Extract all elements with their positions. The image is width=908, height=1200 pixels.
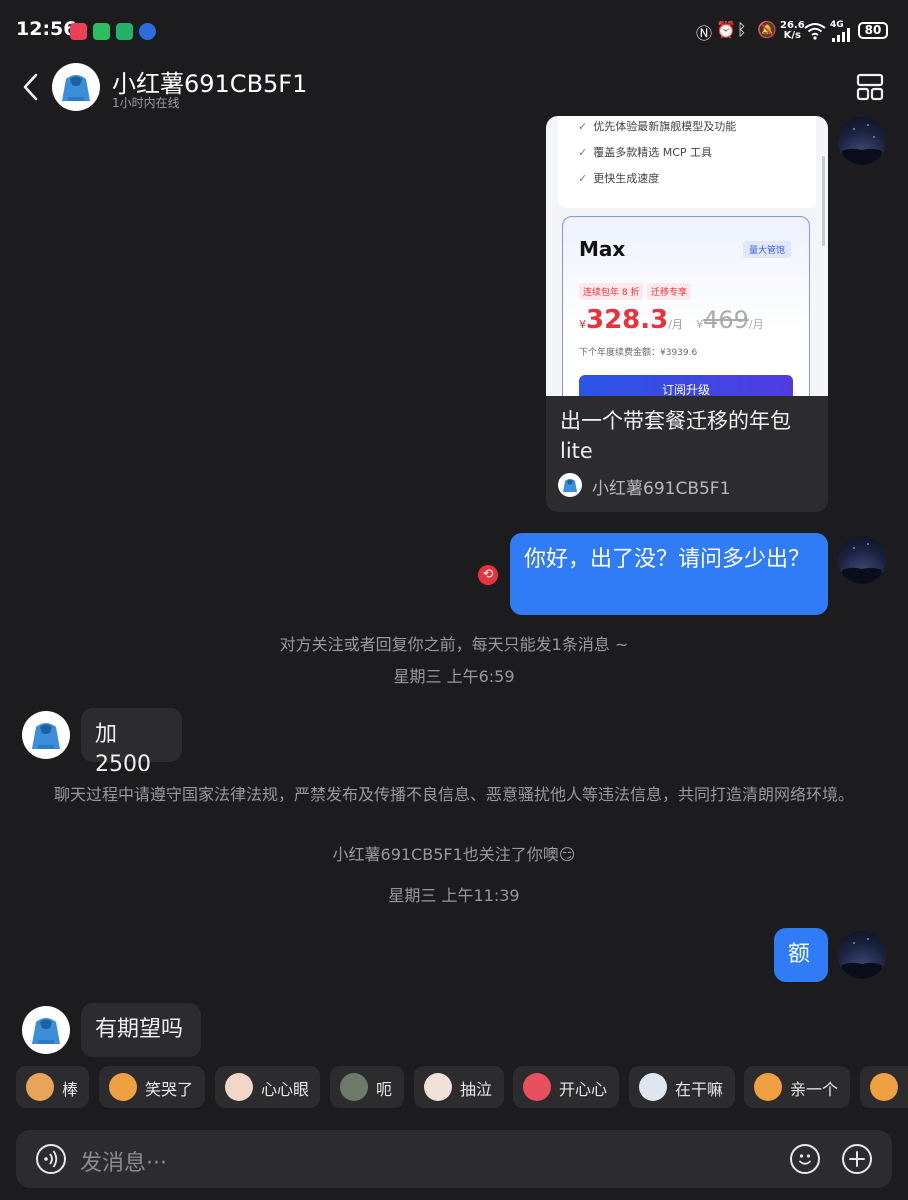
back-button[interactable]	[18, 72, 46, 102]
message-input-bar: 发消息···	[16, 1130, 892, 1188]
price-old: 469	[703, 306, 749, 334]
night-sky-avatar-icon	[842, 938, 882, 979]
feature-item: ✓ 更快生成速度	[578, 172, 660, 185]
card-author: 小红薯691CB5F1	[592, 479, 731, 499]
cat-heart-eyes-icon	[225, 1073, 253, 1101]
plus-button[interactable]	[842, 1144, 872, 1174]
happy-heart-icon	[523, 1073, 551, 1101]
plan-badge: 量大管饱	[743, 241, 792, 258]
peek-icon	[639, 1073, 667, 1101]
network-speed: 26.6 K/s	[780, 20, 805, 41]
contact-avatar[interactable]	[22, 1006, 70, 1054]
plus-icon	[849, 1151, 865, 1167]
card-author-avatar	[558, 473, 582, 497]
hoodie-avatar-icon	[563, 479, 577, 492]
card-screenshot: ✓ 优先体验最新旗舰模型及功能 ✓ 覆盖多款精选 MCP 工具 ✓ 更快生成速度 Ma…	[546, 116, 828, 396]
cat-laugh-cry-icon	[109, 1073, 137, 1101]
message-bubble-them[interactable]: 有期望吗	[81, 1003, 201, 1057]
bluetooth-icon: ᛒ	[737, 20, 747, 39]
message-bubble-them[interactable]: 加2500	[81, 708, 182, 777]
discount-tag: 连续包年 8 折	[579, 283, 644, 300]
my-avatar[interactable]	[838, 536, 886, 584]
hoodie-avatar-icon	[32, 723, 60, 749]
voice-button[interactable]	[36, 1144, 66, 1174]
emoji-chip[interactable]: 笑哭了	[99, 1066, 205, 1108]
alarm-icon: ⏰	[716, 20, 736, 39]
emoji-chip[interactable]: 亲一个	[744, 1066, 850, 1108]
cat-awkward-icon	[340, 1073, 368, 1101]
battery-icon: 80	[858, 22, 888, 39]
resend-failed-icon[interactable]: ⟲	[478, 565, 498, 585]
app-g-icon	[116, 23, 133, 40]
emoji-chip[interactable]: 呃	[330, 1066, 404, 1108]
subscribe-button: 订阅升级	[579, 375, 793, 396]
cat-sob-icon	[424, 1073, 452, 1101]
follow-notice: 小红薯691CB5F1也关注了你噢😏	[332, 845, 576, 864]
cat-kiss-icon	[754, 1073, 782, 1101]
status-bar: 12:56 Ⓝ ⏰ ᛒ 🔕 26.6 K/s 4G 80	[0, 0, 908, 64]
plan-name: Max	[579, 237, 626, 261]
my-avatar[interactable]	[838, 931, 886, 979]
clock: 12:56	[16, 18, 77, 40]
night-sky-avatar-icon	[842, 543, 882, 584]
scrollbar	[822, 156, 825, 246]
my-avatar[interactable]	[838, 117, 886, 165]
message-input[interactable]: 发消息···	[80, 1145, 167, 1177]
shared-note-card[interactable]: ✓ 优先体验最新旗舰模型及功能 ✓ 覆盖多款精选 MCP 工具 ✓ 更快生成速度 Ma…	[546, 116, 828, 512]
price-row: ¥328.3/月 ¥469/月	[579, 305, 764, 335]
cat-angry-icon	[870, 1073, 898, 1101]
emoji-button[interactable]	[790, 1144, 820, 1174]
mute-icon: 🔕	[757, 20, 777, 39]
emoji-chip[interactable]: 抽泣	[414, 1066, 504, 1108]
check-icon: ✓	[578, 120, 588, 133]
contact-avatar[interactable]	[22, 711, 70, 759]
night-sky-avatar-icon	[842, 124, 882, 165]
features-panel: ✓ 优先体验最新旗舰模型及功能 ✓ 覆盖多款精选 MCP 工具 ✓ 更快生成速度	[558, 116, 816, 208]
timestamp: 星期三 上午11:39	[388, 886, 520, 905]
plan-card: Max 量大管饱 连续包年 8 折 迁移专享 ¥328.3/月 ¥469/月 下…	[562, 216, 810, 396]
card-title: 出一个带套餐迁移的年包lite	[560, 409, 791, 463]
hoodie-avatar-icon	[62, 75, 90, 101]
wifi-icon	[804, 23, 826, 40]
next-renewal: 下个年度续费金额：¥3939.6	[579, 348, 698, 358]
wechat-icon	[93, 23, 110, 40]
emoji-chip[interactable]: 棒	[16, 1066, 89, 1108]
emoji-chip[interactable]	[860, 1066, 908, 1108]
cat-thumbs-up-icon	[26, 1073, 54, 1101]
emoji-chip[interactable]: 心心眼	[215, 1066, 320, 1108]
more-button[interactable]	[856, 73, 884, 101]
law-notice: 聊天过程中请遵守国家法律法规，严禁发布及传播不良信息、恶意骚扰他人等违法信息，共…	[53, 785, 854, 804]
message-bubble-me[interactable]: 额	[774, 928, 828, 982]
hoodie-avatar-icon	[32, 1018, 60, 1044]
chevron-left-icon	[23, 73, 38, 101]
check-icon: ✓	[578, 146, 588, 159]
emoji-chip[interactable]: 在干嘛	[629, 1066, 735, 1108]
signal-icon	[832, 28, 850, 42]
app-bulb-icon	[139, 23, 156, 40]
online-status: 1小时内在线	[112, 96, 180, 110]
timestamp: 星期三 上午6:59	[393, 667, 515, 686]
emoji-chip[interactable]: 开心心	[513, 1066, 619, 1108]
contact-avatar[interactable]	[52, 63, 100, 111]
check-icon: ✓	[578, 172, 588, 185]
feature-item: ✓ 优先体验最新旗舰模型及功能	[578, 120, 737, 133]
nfc-icon: Ⓝ	[696, 24, 713, 43]
message-bubble-me[interactable]: 你好，出了没？请问多少出？	[510, 533, 828, 615]
migrate-tag: 迁移专享	[647, 283, 692, 300]
voice-icon	[44, 1150, 58, 1168]
layout-grid-icon	[856, 73, 884, 101]
smirk-emoji-icon: 😏	[558, 845, 576, 864]
price-new: 328.3	[586, 305, 669, 335]
app-notification-icon	[70, 23, 87, 40]
feature-item: ✓ 覆盖多款精选 MCP 工具	[578, 146, 713, 159]
limit-notice: 对方关注或者回复你之前，每天只能发1条消息 ~	[279, 635, 629, 654]
smiley-icon	[799, 1154, 811, 1165]
